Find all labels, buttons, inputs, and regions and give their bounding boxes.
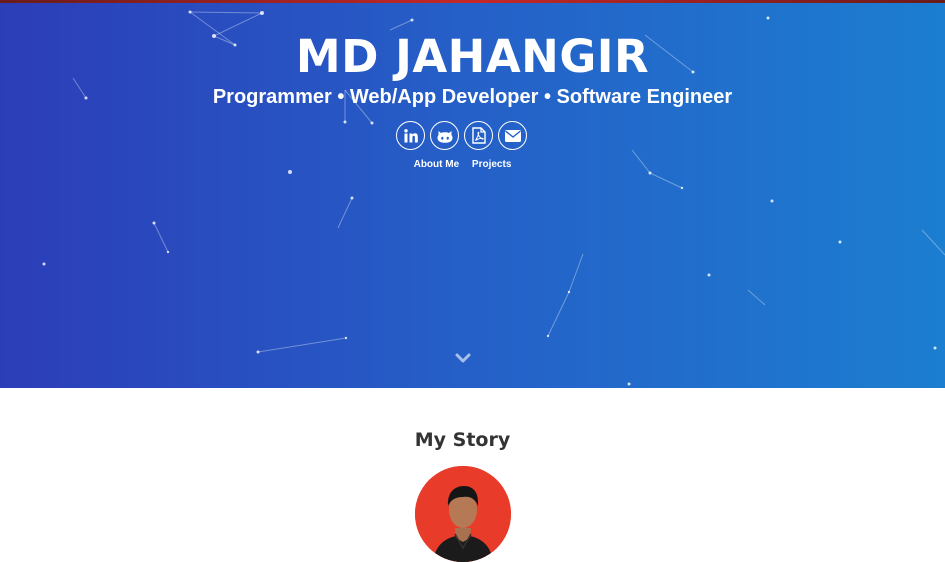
linkedin-icon [403, 128, 418, 142]
email-button[interactable] [498, 121, 527, 150]
avatar [415, 466, 511, 562]
pdf-icon [471, 127, 486, 144]
github-icon [437, 130, 452, 143]
profile-photo [415, 466, 511, 562]
resume-pdf-button[interactable] [464, 121, 493, 150]
hero-nav: About Me Projects [0, 159, 925, 170]
mail-icon [504, 129, 521, 142]
about-me-link[interactable]: About Me [414, 159, 460, 170]
linkedin-button[interactable] [396, 121, 425, 150]
projects-link[interactable]: Projects [472, 159, 511, 170]
hero-subtitle: Programmer • Web/App Developer • Softwar… [212, 86, 733, 108]
top-accent-line [0, 0, 945, 3]
hero-section: MD JAHANGIR Programmer • Web/App Develop… [0, 0, 945, 388]
social-links [396, 121, 527, 150]
hero-title: MD JAHANGIR [295, 30, 650, 83]
section-title-my-story: My Story [414, 429, 511, 451]
github-button[interactable] [430, 121, 459, 150]
chevron-down-icon[interactable] [454, 352, 472, 364]
